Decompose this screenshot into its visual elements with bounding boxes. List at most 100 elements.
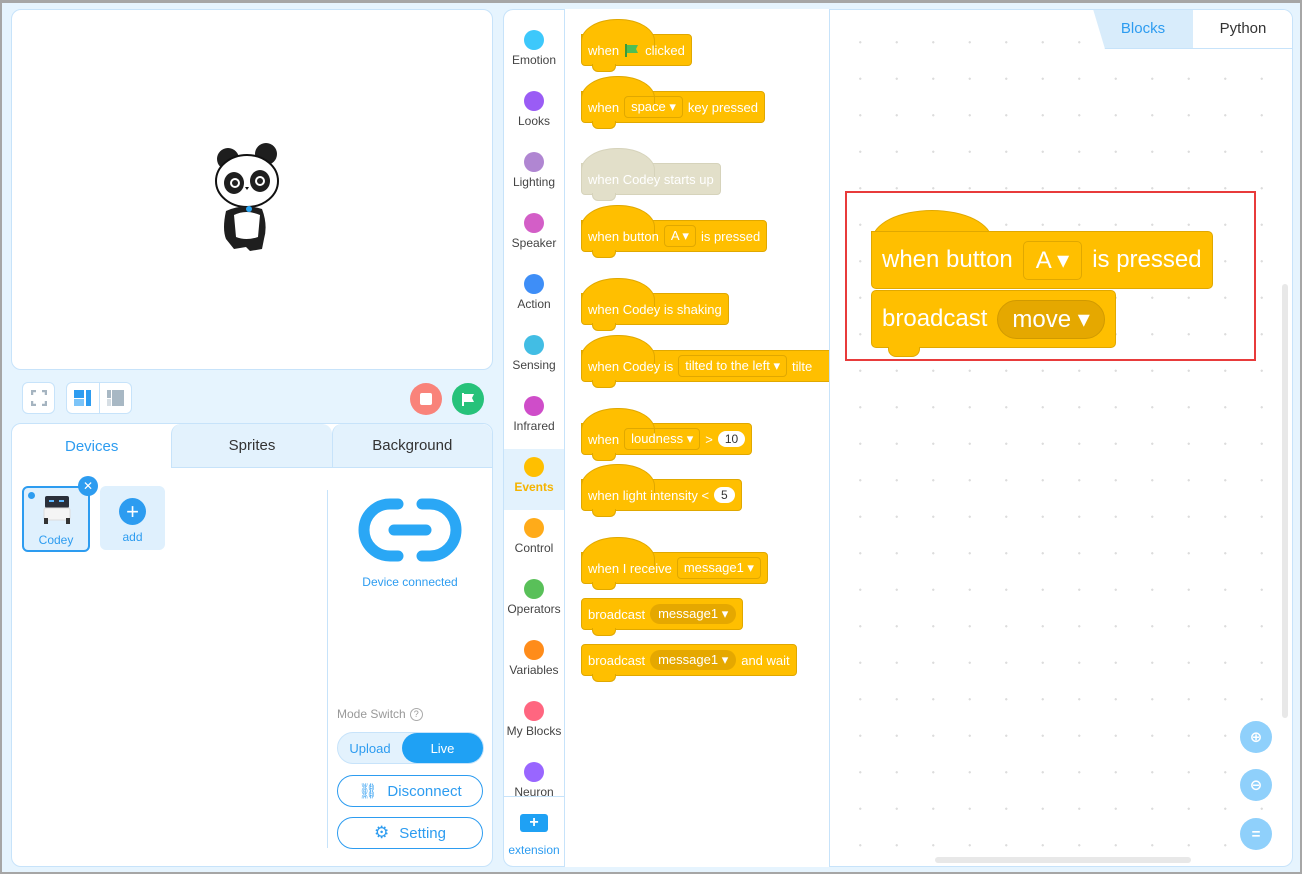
category-color-dot [524,274,544,294]
mode-live[interactable]: Live [402,733,483,763]
fullscreen-button[interactable] [22,382,55,414]
mode-upload[interactable]: Upload [338,733,402,763]
vertical-scrollbar[interactable] [1282,284,1288,718]
block-text: when I receive [588,560,672,576]
block-when-button-pressed[interactable]: when button A ▾ is pressed [581,205,768,258]
category-events[interactable]: Events [504,449,564,510]
block-when-light-intensity[interactable]: when light intensity < 5 [581,464,742,517]
category-color-dot [524,701,544,721]
stop-button[interactable] [410,383,442,415]
block-text: when Codey is [588,358,674,374]
category-emotion[interactable]: Emotion [504,22,564,83]
tilt-dropdown[interactable]: tilted to the left ▾ [678,355,787,377]
category-color-dot [524,30,544,50]
category-color-dot [524,396,544,416]
help-icon[interactable]: ? [409,707,423,721]
category-color-dot [524,152,544,172]
block-text: broadcast [588,652,646,668]
horizontal-scrollbar[interactable] [935,857,1191,863]
category-label: My Blocks [506,724,562,738]
category-my-blocks[interactable]: My Blocks [504,693,564,754]
block-text: broadcast [588,606,646,622]
block-text: when Codey is shaking [588,301,722,317]
disconnect-label: Disconnect [387,782,462,800]
block-when-flag-clicked[interactable]: when clicked [581,19,692,72]
category-variables[interactable]: Variables [504,632,564,693]
message-dropdown[interactable]: message1 ▾ [676,557,761,579]
category-color-dot [524,91,544,111]
number-input[interactable]: 10 [717,431,746,447]
tab-python[interactable]: Python [1193,10,1292,49]
zoom-reset-icon: = [1251,825,1261,843]
code-workspace[interactable]: Blocks Python ⊕ ⊖ = [830,9,1293,867]
block-when-codey-shaking[interactable]: when Codey is shaking [581,278,729,331]
tab-blocks[interactable]: Blocks [1093,10,1193,49]
tab-devices[interactable]: Devices [12,424,172,468]
add-device-button[interactable]: + add [100,486,165,550]
device-panel: Devices Sprites Background Codey ✕ + add… [11,423,493,867]
layout-normal-button[interactable] [67,383,100,413]
green-flag-button[interactable] [452,383,484,415]
block-text: clicked [645,42,685,58]
green-flag-icon [625,44,639,57]
block-when-codey-tilted[interactable]: when Codey is tilted to the left ▾ tilte [581,335,829,388]
category-label: Operators [507,602,561,616]
block-when-loudness[interactable]: when loudness ▾ > 10 [581,408,753,461]
category-operators[interactable]: Operators [504,571,564,632]
remove-device-button[interactable]: ✕ [78,476,98,496]
button-dropdown[interactable]: A ▾ [663,225,696,247]
block-broadcast-and-wait[interactable]: broadcast message1 ▾ and wait [581,644,797,682]
key-dropdown[interactable]: space ▾ [624,96,683,118]
category-color-dot [524,457,544,477]
block-when-codey-starts-up[interactable]: when Codey starts up [581,148,721,201]
category-bar: Emotion Looks Lighting Speaker Action Sensing… [503,9,565,867]
category-speaker[interactable]: Speaker [504,205,564,266]
block-text: tilte [791,358,813,374]
category-action[interactable]: Action [504,266,564,327]
mode-switch: Upload Live [337,732,484,764]
disconnect-button[interactable]: ⛓ Disconnect [337,775,483,807]
plus-icon: + [119,498,146,525]
message-dropdown[interactable]: message1 ▾ [650,604,737,624]
zoom-out-button[interactable]: ⊖ [1240,769,1272,801]
setting-button[interactable]: ⚙ Setting [337,817,483,849]
sensor-dropdown[interactable]: loudness ▾ [624,428,701,450]
block-text: when [588,42,620,58]
category-label: Emotion [511,53,557,67]
block-text: when light intensity < [588,487,710,503]
zoom-in-button[interactable]: ⊕ [1240,721,1272,753]
tab-sprites[interactable]: Sprites [171,424,332,468]
extension-button[interactable]: + extension [504,796,564,866]
category-sensing[interactable]: Sensing [504,327,564,388]
block-when-i-receive[interactable]: when I receive message1 ▾ [581,537,768,590]
block-broadcast[interactable]: broadcast message1 ▾ [581,598,744,636]
message-dropdown[interactable]: message1 ▾ [650,650,737,670]
link-icon [358,498,462,562]
category-label: Lighting [512,175,556,189]
layout-small-button[interactable] [100,383,132,413]
message-dropdown[interactable]: move ▾ [997,299,1105,339]
category-color-dot [524,579,544,599]
setting-label: Setting [399,824,446,842]
add-extension-icon: + [520,814,548,832]
panda-sprite[interactable] [214,143,292,251]
block-text: and wait [741,652,790,668]
category-color-dot [524,335,544,355]
device-card-codey[interactable]: Codey [22,486,90,552]
fullscreen-icon [30,390,47,406]
tab-background[interactable]: Background [331,424,492,468]
category-looks[interactable]: Looks [504,83,564,144]
block-when-key-pressed[interactable]: when space ▾ key pressed [581,76,766,129]
category-control[interactable]: Control [504,510,564,571]
device-tabs: Devices Sprites Background [12,424,492,468]
number-input[interactable]: 5 [714,487,735,503]
connection-status: Device connected [362,575,458,589]
button-dropdown[interactable]: A ▾ [1022,240,1083,280]
block-palette: when clicked when space ▾ key pressed wh… [565,9,830,867]
script-broadcast[interactable]: broadcast move ▾ [871,290,1116,348]
category-infrared[interactable]: Infrared [504,388,564,449]
zoom-reset-button[interactable]: = [1240,818,1272,850]
script-when-button-pressed[interactable]: when button A ▾ is pressed [871,231,1213,289]
gear-icon: ⚙ [374,823,390,842]
category-lighting[interactable]: Lighting [504,144,564,205]
